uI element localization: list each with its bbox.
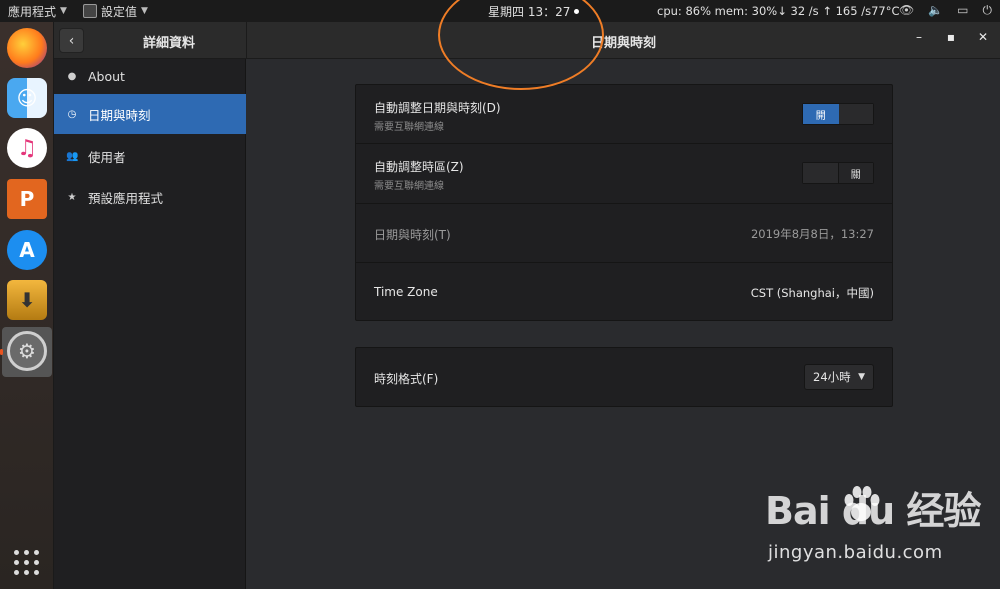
chevron-down-icon: ▼ (60, 6, 67, 16)
row-subtitle: 需要互聯網連線 (374, 181, 444, 192)
auto-timezone-row[interactable]: 自動調整時區(Z) 需要互聯網連線 關 (356, 144, 892, 204)
chevron-down-icon: ▼ (140, 6, 148, 16)
sidebar-item-label: 預設應用程式 (88, 190, 164, 206)
dropdown-value: 24小時 (813, 370, 851, 384)
system-tray[interactable]: 👁 🔈 ▭ ⏻ (899, 3, 992, 18)
time-format-row: 時刻格式(F) 24小時 ▼ (356, 348, 892, 406)
clock-icon: ◷ (67, 108, 77, 120)
sidebar-item-label: 使用者 (88, 149, 126, 165)
row-subtitle: 需要互聯網連線 (374, 122, 444, 133)
sidebar-item-default-apps[interactable]: ★ 預設應用程式 (54, 177, 246, 217)
maximize-icon[interactable]: ▪ (944, 30, 958, 44)
system-settings-icon[interactable]: ⚙ (7, 331, 47, 371)
sidebar-item-users[interactable]: 👥 使用者 (54, 136, 246, 176)
sidebar-item-about[interactable]: ● About (54, 56, 246, 96)
app-store-icon[interactable]: A (7, 230, 47, 270)
row-title: 自動調整時區(Z) (374, 160, 464, 174)
window-header: ‹ 詳細資料 日期與時刻 – ▪ ✕ (54, 22, 1000, 59)
row-title: 時刻格式(F) (374, 372, 439, 386)
running-indicator-icon (0, 349, 3, 355)
apps-menu[interactable]: 應用程式 ▼ (8, 3, 67, 20)
settings-menu-label: 設定值 (100, 4, 137, 19)
apps-menu-label: 應用程式 (8, 4, 57, 19)
finder-icon[interactable]: ☺ (7, 78, 47, 118)
star-icon: ★ (67, 191, 77, 203)
power-icon[interactable]: ⏻ (983, 3, 993, 18)
window-controls: – ▪ ✕ (912, 30, 990, 44)
system-monitor[interactable]: cpu: 86% mem: 30%↓ 32 /s ↑ 165 /s77°C (657, 4, 900, 18)
switch-off-label: 關 (838, 163, 873, 183)
users-icon: 👥 (66, 150, 79, 162)
sidebar-item-label: 日期與時刻 (88, 107, 151, 123)
volume-icon[interactable]: 🔈 (928, 3, 943, 18)
row-title: 日期與時刻(T) (374, 228, 451, 242)
notification-dot-icon (574, 9, 580, 14)
close-icon[interactable]: ✕ (976, 30, 990, 44)
minimize-icon[interactable]: – (912, 30, 926, 44)
sidebar: ● About ◷ 日期與時刻 👥 使用者 ★ 預設應用程式 (54, 59, 246, 589)
drive-installer-icon[interactable]: ⬇ (7, 280, 47, 320)
timezone-row[interactable]: Time Zone CST (Shanghai，中國) (356, 263, 892, 322)
row-title: 自動調整日期與時刻(D) (374, 101, 501, 115)
timezone-value: CST (Shanghai，中國) (750, 286, 874, 300)
firefox-icon[interactable] (7, 28, 47, 68)
auto-datetime-row[interactable]: 自動調整日期與時刻(D) 需要互聯網連線 開 (356, 85, 892, 144)
sidebar-item-label: About (88, 68, 125, 84)
settings-app-menu[interactable]: 設定值 ▼ (82, 3, 148, 20)
clock-text: 星期四 13：27 (488, 5, 571, 19)
sidebar-item-datetime[interactable]: ◷ 日期與時刻 (54, 94, 246, 134)
datetime-value: 2019年8月8日，13:27 (750, 227, 874, 241)
datetime-row: 日期與時刻(T) 2019年8月8日，13:27 (356, 204, 892, 263)
switch-on-label: 開 (803, 104, 839, 124)
switch-knob (838, 104, 873, 124)
time-format-dropdown[interactable]: 24小時 ▼ (804, 364, 874, 390)
settings-app-icon (82, 4, 97, 18)
main-content: 自動調整日期與時刻(D) 需要互聯網連線 開 自動調整時區(Z) 需要互聯網連線… (247, 59, 1000, 589)
clock[interactable]: 星期四 13：27 (488, 3, 580, 20)
presentation-icon[interactable]: P (7, 179, 47, 219)
datetime-settings-panel: 自動調整日期與時刻(D) 需要互聯網連線 開 自動調整時區(Z) 需要互聯網連線… (355, 84, 893, 321)
top-panel: 應用程式 ▼ 設定值 ▼ 星期四 13：27 cpu: 86% mem: 30%… (0, 0, 1000, 22)
info-icon: ● (67, 70, 77, 82)
chevron-down-icon: ▼ (858, 372, 865, 382)
sidebar-title: 詳細資料 (142, 36, 195, 51)
time-format-panel: 時刻格式(F) 24小時 ▼ (355, 347, 893, 407)
battery-icon[interactable]: ▭ (957, 3, 968, 18)
dock: ☺ ♫ P A ⬇ ⚙ (0, 22, 54, 589)
music-icon[interactable]: ♫ (7, 128, 47, 168)
auto-datetime-switch[interactable]: 開 (802, 103, 874, 125)
switch-knob (803, 163, 839, 183)
row-title: Time Zone (374, 285, 438, 299)
visibility-icon[interactable]: 👁 (899, 3, 914, 18)
auto-timezone-switch[interactable]: 關 (802, 162, 874, 184)
page-title: 日期與時刻 (590, 36, 656, 51)
show-apps-grid-icon[interactable] (14, 550, 40, 576)
back-button[interactable]: ‹ (59, 28, 84, 53)
